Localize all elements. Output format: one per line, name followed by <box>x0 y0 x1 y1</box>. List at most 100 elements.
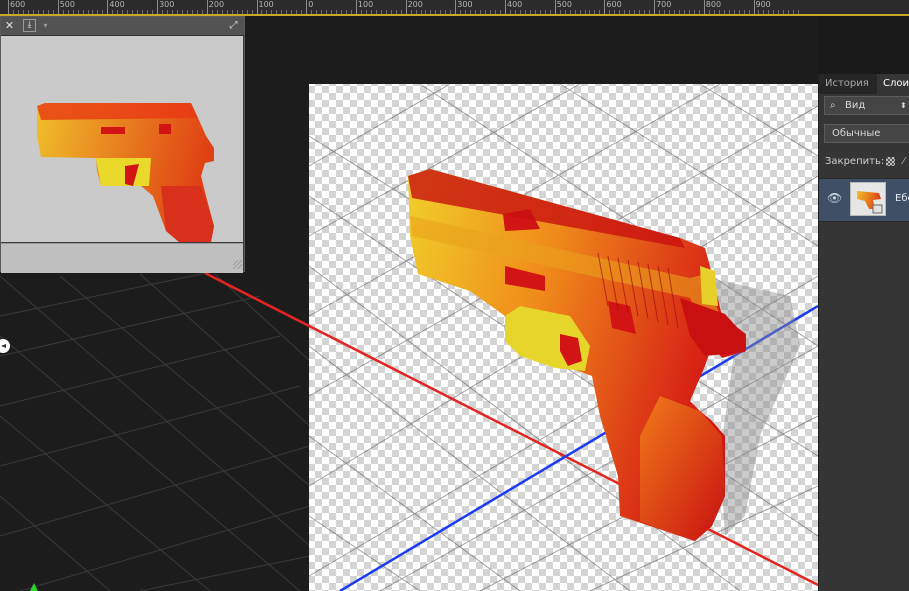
ruler-minor-tick <box>286 10 288 14</box>
ruler-minor-tick <box>375 10 377 14</box>
ruler-minor-tick <box>132 10 134 14</box>
ruler-minor-tick <box>321 10 323 14</box>
ruler-minor-tick <box>172 10 173 14</box>
ruler-minor-tick <box>529 10 531 14</box>
ruler-label: 600 <box>10 0 26 9</box>
ruler-minor-tick <box>291 10 293 14</box>
ruler-label: 700 <box>656 0 672 9</box>
ruler-minor-tick <box>798 10 800 14</box>
ruler-minor-tick <box>62 10 64 14</box>
preview-window[interactable]: ✕ ⤓ ▾ ⤢ <box>0 16 245 273</box>
ruler-minor-tick <box>683 10 685 14</box>
ruler-minor-tick <box>221 10 223 14</box>
ruler-minor-tick <box>425 10 427 14</box>
ruler-label: 800 <box>705 0 722 9</box>
ruler-minor-tick <box>678 10 680 14</box>
close-icon[interactable]: ✕ <box>3 19 16 32</box>
preview-footer <box>1 243 243 273</box>
blend-mode-select[interactable]: Обычные <box>824 124 909 143</box>
ruler-minor-tick <box>768 10 770 14</box>
panel-menu-icon[interactable]: ⤓ <box>23 19 36 32</box>
resize-grip-icon[interactable] <box>233 260 242 269</box>
ruler-minor-tick <box>728 10 730 14</box>
ruler-minor-tick <box>470 10 472 14</box>
ruler-minor-tick <box>713 10 715 14</box>
ruler-minor-tick <box>261 10 263 14</box>
tab-history[interactable]: История <box>819 74 877 94</box>
lock-pixels-icon[interactable] <box>886 157 895 166</box>
pistol-thumbnail <box>37 103 214 242</box>
ruler-minor-tick <box>350 10 352 14</box>
ruler-minor-tick <box>92 10 94 14</box>
ruler-minor-tick <box>167 10 169 14</box>
ruler-minor-tick <box>673 10 675 14</box>
ruler-minor-tick <box>400 10 402 14</box>
ruler-label: 200 <box>208 0 225 9</box>
layers-panel[interactable]: История Слои ⌕ Вид ⬍ Обычные Закрепить: … <box>818 74 909 591</box>
ruler-minor-tick <box>271 10 273 14</box>
brush-lock-icon[interactable]: ⁄ <box>903 152 905 172</box>
layer-row[interactable]: 👁 Ебе <box>819 178 909 222</box>
ruler-minor-tick <box>336 10 338 14</box>
ruler-minor-tick <box>639 10 641 14</box>
ruler-minor-tick <box>723 10 725 14</box>
ruler-minor-tick <box>495 10 497 14</box>
ruler-minor-tick <box>27 10 29 14</box>
ruler-minor-tick <box>758 10 760 14</box>
ruler-minor-tick <box>266 10 268 14</box>
chevron-down-icon[interactable]: ⬍ <box>900 97 907 114</box>
ruler-minor-tick <box>87 10 89 14</box>
tab-layers[interactable]: Слои <box>877 74 909 94</box>
ruler-minor-tick <box>599 10 601 14</box>
chevron-down-icon[interactable]: ▾ <box>39 19 52 32</box>
ruler-minor-tick <box>514 10 516 14</box>
ruler-minor-tick <box>122 10 124 14</box>
ruler-minor-tick <box>142 10 144 14</box>
ruler-minor-tick <box>216 10 218 14</box>
ruler-minor-tick <box>748 10 750 14</box>
preview-canvas <box>1 36 243 242</box>
ruler-minor-tick <box>708 10 710 14</box>
ruler-minor-tick <box>445 10 447 14</box>
ruler-minor-tick <box>688 10 690 14</box>
compass-icon[interactable] <box>0 338 13 354</box>
ruler-minor-tick <box>137 10 139 14</box>
green-anchor-icon <box>30 583 38 591</box>
ruler-label: 400 <box>109 0 125 9</box>
ruler-minor-tick <box>763 10 765 14</box>
ruler-minor-tick <box>698 10 700 14</box>
ruler-minor-tick <box>42 10 44 14</box>
ruler-minor-tick <box>211 10 213 14</box>
ruler-minor-tick <box>127 10 129 14</box>
ruler-minor-tick <box>52 10 54 14</box>
ruler-minor-tick <box>390 10 392 14</box>
layer-filter-select[interactable]: ⌕ Вид ⬍ <box>824 96 909 115</box>
ruler-label: 300 <box>159 0 175 9</box>
ruler-minor-tick <box>733 10 735 14</box>
layer-name[interactable]: Ебе <box>895 193 909 204</box>
ruler-minor-tick <box>420 10 422 14</box>
ruler-minor-tick <box>17 10 19 14</box>
expand-icon[interactable]: ⤢ <box>227 19 240 32</box>
ruler-minor-tick <box>22 10 24 14</box>
ruler-minor-tick <box>574 10 576 14</box>
ruler-minor-tick <box>191 10 193 14</box>
ruler-minor-tick <box>37 10 39 14</box>
ruler-minor-tick <box>773 10 775 14</box>
ruler-minor-tick <box>569 10 571 14</box>
ruler-label: 900 <box>755 0 771 9</box>
blend-mode-value: Обычные <box>832 128 881 139</box>
eye-icon[interactable]: 👁 <box>827 191 842 205</box>
ruler-label: 600 <box>606 0 622 9</box>
ruler-minor-tick <box>72 10 74 14</box>
lock-bar: Закрепить: ⁄ <box>819 152 909 172</box>
ruler-label: 200 <box>407 0 423 9</box>
ruler-minor-tick <box>644 10 646 14</box>
ruler-label: 300 <box>457 0 473 9</box>
preview-titlebar[interactable]: ✕ ⤓ ▾ ⤢ <box>1 17 244 36</box>
ruler-minor-tick <box>67 10 69 14</box>
horizontal-ruler[interactable]: 600 500 400 300 200 100 0 100 200 300 400 500 600 700… <box>0 0 909 16</box>
ruler-minor-tick <box>97 10 99 14</box>
ruler-minor-tick <box>594 10 596 14</box>
ruler-minor-tick <box>251 10 253 14</box>
